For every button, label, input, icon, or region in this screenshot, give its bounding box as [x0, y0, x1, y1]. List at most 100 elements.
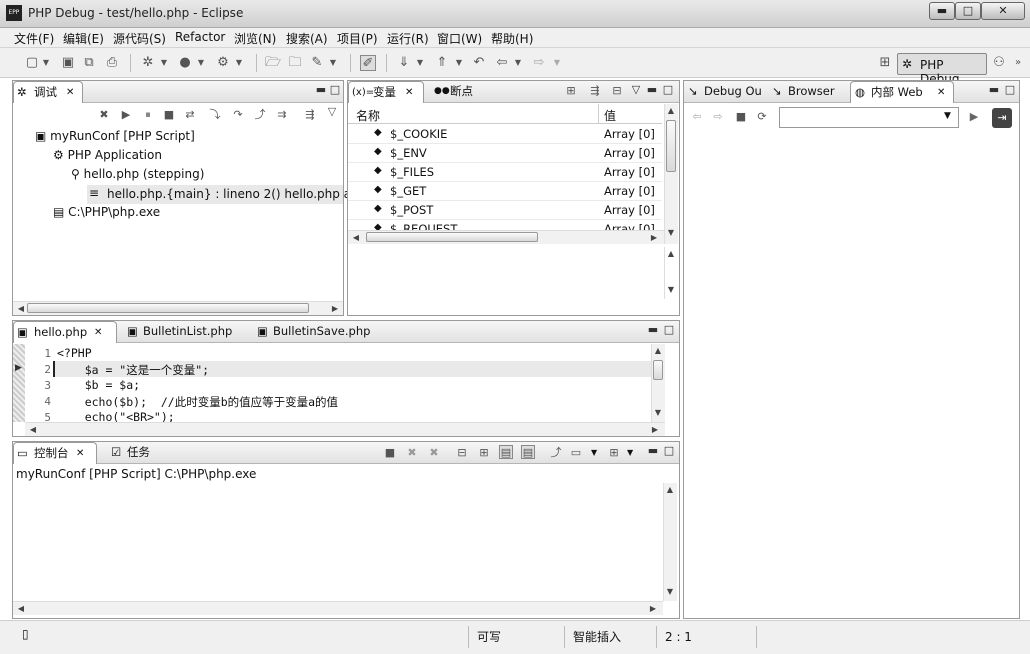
scroll-thumb[interactable]: [653, 360, 663, 380]
browser-open-external-icon[interactable]: ⇥: [992, 108, 1012, 128]
collapse-all-icon[interactable]: ⊟: [610, 84, 624, 98]
minimize-view-icon[interactable]: ▬: [647, 445, 659, 457]
open-folder-icon[interactable]: 🗁: [265, 55, 281, 71]
scroll-right-icon[interactable]: ▶: [647, 604, 659, 613]
close-tab-icon[interactable]: ✕: [94, 322, 102, 343]
wizard-dropdown-icon[interactable]: ▼: [329, 55, 337, 71]
last-edit-icon[interactable]: ↶: [471, 55, 487, 71]
back-icon[interactable]: ⇦: [494, 55, 510, 71]
tree-item-launch[interactable]: ▣ myRunConf [PHP Script]: [35, 129, 195, 143]
close-tab-icon[interactable]: ✕: [405, 82, 413, 103]
run-icon[interactable]: ●: [177, 55, 193, 71]
close-tab-icon[interactable]: ✕: [76, 443, 84, 464]
tree-item-application[interactable]: ⚙ PHP Application: [53, 148, 162, 162]
console-output-area[interactable]: [13, 483, 663, 601]
next-annotation-icon[interactable]: ⇓: [396, 55, 412, 71]
disconnect-icon[interactable]: ⇄: [183, 108, 197, 122]
scroll-down-icon[interactable]: ▼: [664, 587, 676, 596]
view-menu-icon[interactable]: ▽: [630, 84, 642, 96]
tab-console[interactable]: ▭ 控制台 ✕: [13, 442, 97, 464]
toggle-mark-occurrences-icon[interactable]: ✐: [360, 55, 376, 71]
menu-file[interactable]: 文件(F): [14, 30, 54, 47]
table-row[interactable]: ◆ $_GET Array [0]: [348, 182, 662, 201]
pin-console-icon[interactable]: ⤴: [549, 446, 563, 460]
maximize-view-icon[interactable]: □: [329, 84, 341, 96]
minimize-view-icon[interactable]: ▬: [647, 324, 659, 336]
scroll-down-icon[interactable]: ▼: [665, 228, 677, 237]
variables-horizontal-scrollbar[interactable]: ◀ ▶: [348, 230, 664, 244]
resume-icon[interactable]: ▶: [119, 108, 133, 122]
scroll-down-icon[interactable]: ▼: [652, 408, 664, 417]
close-button[interactable]: ✕: [981, 2, 1025, 20]
column-divider[interactable]: [598, 104, 599, 123]
next-annotation-dropdown-icon[interactable]: ▼: [416, 55, 424, 71]
debug-dropdown-icon[interactable]: ▼: [160, 55, 168, 71]
clear-console-icon[interactable]: ⊟: [455, 446, 469, 460]
menu-help[interactable]: 帮助(H): [491, 30, 533, 47]
terminate-icon[interactable]: ■: [162, 108, 176, 122]
browser-url-input[interactable]: [782, 109, 940, 126]
prev-annotation-dropdown-icon[interactable]: ▼: [455, 55, 463, 71]
debug-icon[interactable]: ✲: [140, 55, 156, 71]
save-icon[interactable]: ▣: [60, 55, 76, 71]
scroll-left-icon[interactable]: ◀: [350, 233, 362, 242]
scroll-up-icon[interactable]: ▲: [652, 346, 664, 355]
column-header-value[interactable]: 值: [604, 107, 616, 124]
suspend-icon[interactable]: ⏸: [141, 108, 155, 122]
tab-browser[interactable]: ↘ Browser: [768, 81, 848, 103]
tab-variables[interactable]: (x)= 变量 ✕: [348, 81, 424, 103]
menu-refactor[interactable]: Refactor: [175, 30, 225, 44]
show-logical-structure-icon[interactable]: ⇶: [588, 84, 602, 98]
scroll-up-icon[interactable]: ▲: [665, 249, 677, 258]
scroll-up-icon[interactable]: ▲: [665, 106, 677, 115]
tab-tasks[interactable]: ☑ 任务: [107, 442, 163, 464]
console-vertical-scrollbar[interactable]: ▲ ▼: [663, 483, 677, 601]
step-return-icon[interactable]: ⤴: [253, 108, 267, 122]
scroll-thumb[interactable]: [366, 232, 538, 242]
scroll-down-icon[interactable]: ▼: [665, 285, 677, 294]
table-row[interactable]: ◆ $_ENV Array [0]: [348, 144, 662, 163]
tab-bulletinsave-php[interactable]: ▣ BulletinSave.php: [253, 321, 385, 343]
fast-view-icon[interactable]: ▯: [22, 627, 29, 641]
scroll-thumb[interactable]: [666, 120, 676, 172]
chevron-down-icon[interactable]: ▼: [627, 448, 633, 457]
chevron-down-icon[interactable]: ▼: [944, 111, 951, 121]
show-type-names-icon[interactable]: ⊞: [564, 84, 578, 98]
maximize-view-icon[interactable]: □: [663, 324, 675, 336]
open-project-icon[interactable]: 🗀: [287, 55, 303, 71]
tab-bulletinlist-php[interactable]: ▣ BulletinList.php: [123, 321, 247, 343]
scroll-left-icon[interactable]: ◀: [15, 604, 27, 613]
scroll-lock-icon[interactable]: ⊞: [477, 446, 491, 460]
details-vertical-scrollbar[interactable]: ▲ ▼: [664, 247, 678, 299]
terminate-icon[interactable]: ■: [383, 446, 397, 460]
show-on-stderr-icon[interactable]: ▤: [521, 445, 535, 459]
open-console-icon[interactable]: ⊞: [607, 446, 621, 460]
maximize-view-icon[interactable]: □: [663, 445, 675, 457]
perspective-php-debug-button[interactable]: ✲ PHP Debug: [897, 53, 987, 86]
table-row[interactable]: ◆ $_FILES Array [0]: [348, 163, 662, 182]
drop-to-frame-icon[interactable]: ⇉: [275, 108, 289, 122]
variables-vertical-scrollbar[interactable]: ▲ ▼: [664, 104, 678, 244]
browser-url-combo[interactable]: ▼: [779, 107, 959, 128]
save-all-icon[interactable]: ⧉: [81, 55, 97, 71]
print-icon[interactable]: ⎙: [104, 55, 120, 71]
forward-dropdown-icon[interactable]: ▼: [553, 55, 561, 71]
new-dropdown-icon[interactable]: ▼: [42, 55, 50, 71]
editor-horizontal-scrollbar[interactable]: ◀ ▶: [25, 422, 665, 436]
editor-vertical-scrollbar[interactable]: ▲ ▼: [651, 344, 665, 422]
tab-internal-web[interactable]: ◍ 内部 Web ✕: [850, 81, 954, 103]
minimize-view-icon[interactable]: ▬: [646, 84, 658, 96]
menu-search[interactable]: 搜索(A): [286, 30, 328, 47]
tree-item-thread[interactable]: ⚲ hello.php (stepping): [71, 167, 204, 181]
external-tools-icon[interactable]: ⚙: [215, 55, 231, 71]
scroll-left-icon[interactable]: ◀: [27, 425, 39, 434]
console-horizontal-scrollbar[interactable]: ◀ ▶: [13, 601, 663, 615]
menu-run[interactable]: 运行(R): [387, 30, 429, 47]
browser-forward-icon[interactable]: ⇨: [711, 110, 725, 124]
table-row[interactable]: ◆ $_REQUEST Array [0]: [348, 220, 662, 230]
scroll-right-icon[interactable]: ▶: [329, 304, 341, 313]
browser-refresh-icon[interactable]: ⟳: [755, 110, 769, 124]
table-row[interactable]: ◆ $_COOKIE Array [0]: [348, 125, 662, 144]
minimize-view-icon[interactable]: ▬: [988, 84, 1000, 96]
browser-stop-icon[interactable]: ■: [734, 110, 748, 124]
